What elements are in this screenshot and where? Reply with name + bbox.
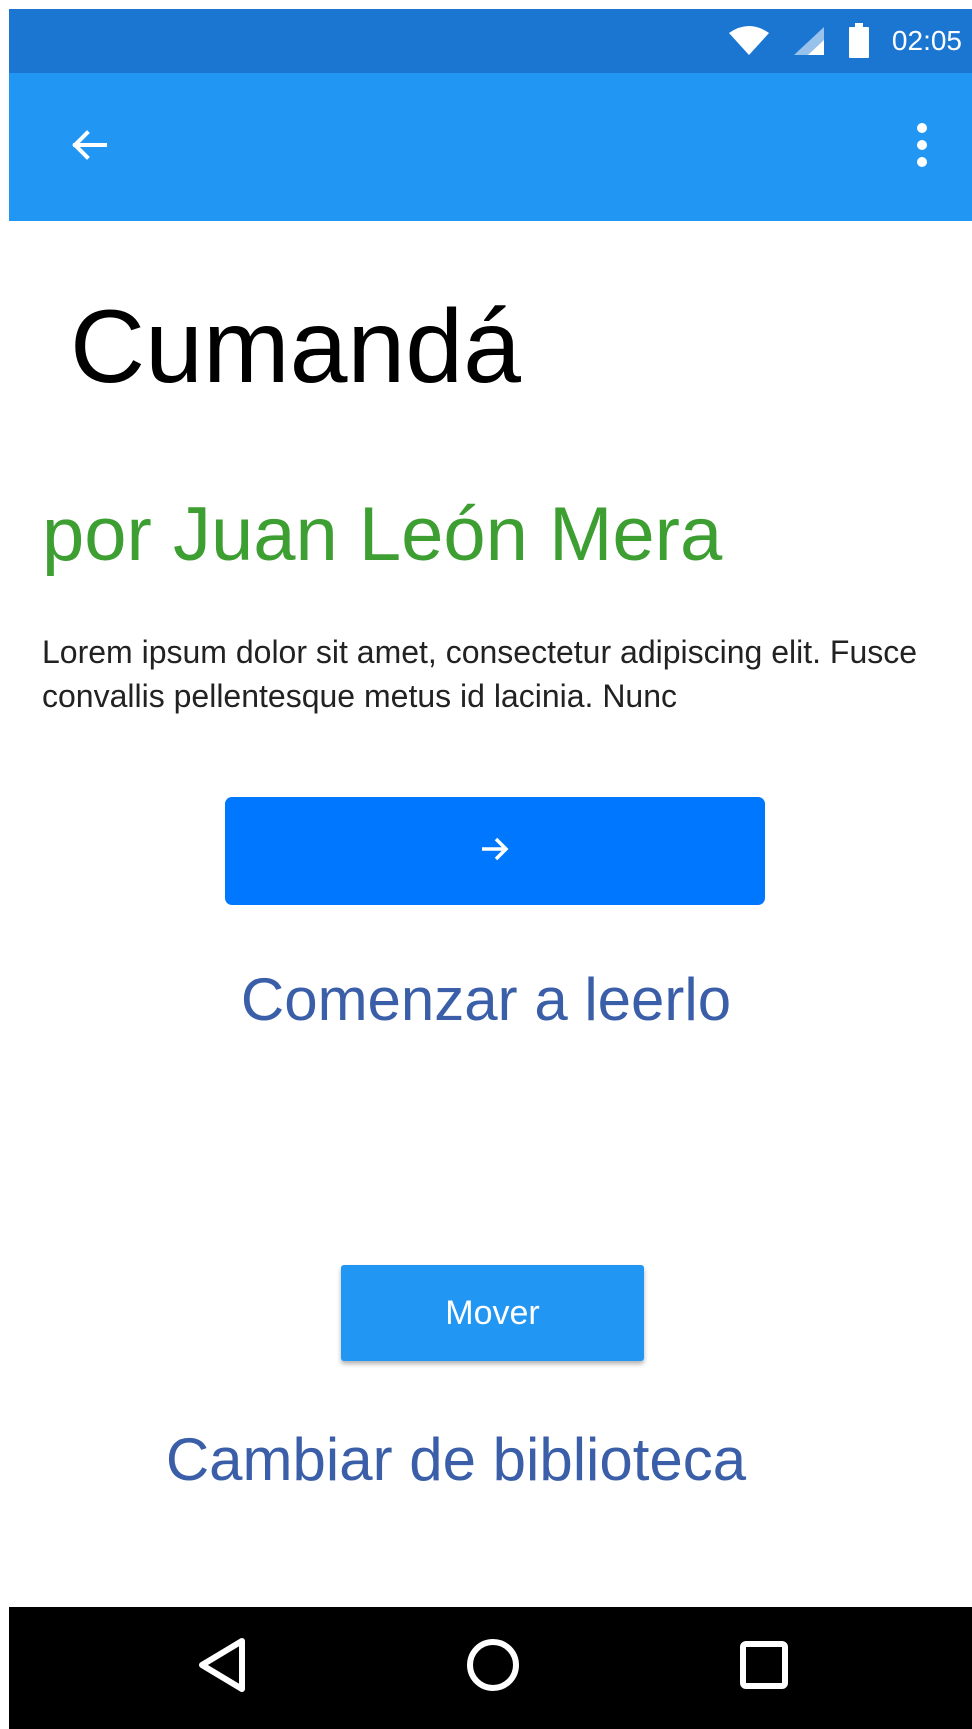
back-triangle-icon [196, 1637, 248, 1698]
recents-square-icon [738, 1639, 790, 1696]
book-title: Cumandá [70, 289, 521, 405]
book-description: Lorem ipsum dolor sit amet, consectetur … [42, 634, 918, 714]
status-icons: 02:05 [728, 9, 972, 73]
cellular-signal-icon [792, 25, 826, 57]
arrow-right-icon [478, 832, 512, 871]
move-button[interactable]: Mover [341, 1265, 644, 1361]
screen: 02:05 Cumandá por Juan León Mera Lorem i… [0, 0, 972, 1729]
nav-recents-button[interactable] [724, 1627, 804, 1707]
arrow-left-icon [69, 125, 109, 170]
status-time: 02:05 [891, 25, 962, 56]
back-button[interactable] [59, 117, 119, 177]
more-vertical-icon [915, 122, 929, 173]
status-bar: 02:05 [9, 9, 972, 73]
start-reading-button[interactable] [225, 797, 765, 905]
nav-home-button[interactable] [453, 1627, 533, 1707]
nav-back-button[interactable] [182, 1627, 262, 1707]
overflow-menu-button[interactable] [902, 117, 942, 177]
home-circle-icon [465, 1637, 521, 1698]
start-reading-label[interactable]: Comenzar a leerlo [0, 970, 972, 1030]
wifi-icon [728, 25, 770, 57]
book-author: por Juan León Mera [42, 492, 723, 577]
change-library-label[interactable]: Cambiar de biblioteca [0, 1430, 912, 1490]
battery-icon [848, 23, 870, 59]
app-bar [9, 73, 972, 221]
system-nav-bar [9, 1607, 972, 1729]
